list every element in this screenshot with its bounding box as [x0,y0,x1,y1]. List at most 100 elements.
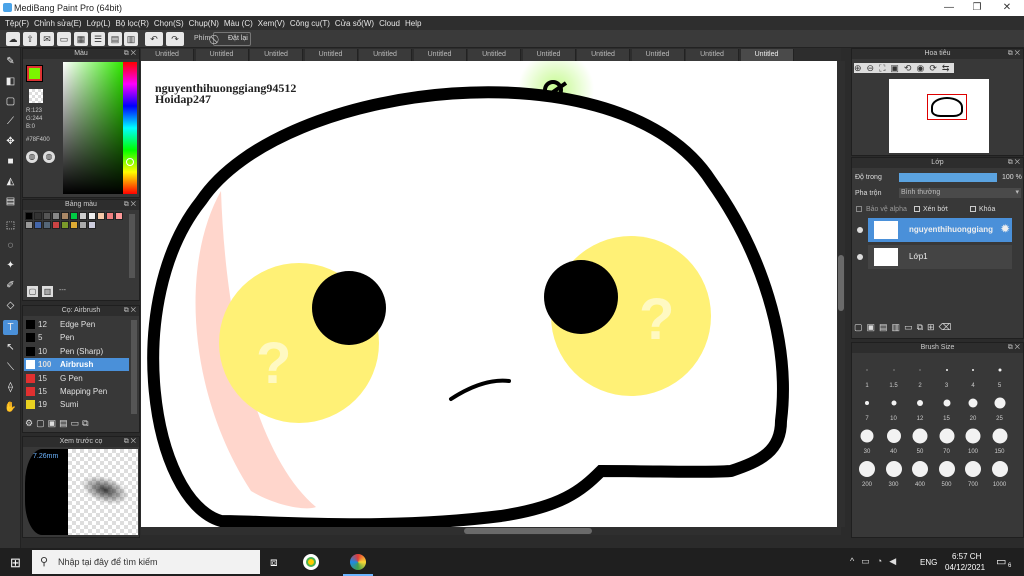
actual-size-icon[interactable]: ▣ [890,63,904,73]
opacity-slider[interactable] [899,173,997,182]
zoom-in-icon[interactable]: ⊕ [854,63,867,73]
select-pen-icon[interactable]: ✐ [3,278,18,293]
tab-untitled[interactable]: Untitled [631,49,685,61]
palette-swatch[interactable] [34,212,42,220]
tab-untitled[interactable]: Untitled [195,49,249,61]
new-8bit-layer-icon[interactable]: ▤ [879,322,892,332]
grid-icon[interactable]: ▦ [74,32,88,46]
text-tool-icon[interactable]: T [3,320,18,335]
delete-layer-icon[interactable]: ⌫ [939,322,956,332]
brush-size-option[interactable]: 50 [907,423,933,455]
rotate-right-icon[interactable]: ⟳ [929,63,942,73]
flip-icon[interactable]: ⇆ [941,63,955,73]
brush-size-option[interactable]: 150 [987,423,1013,455]
brush-size-option[interactable]: 70 [934,423,960,455]
menu-tools[interactable]: Công cụ(T) [289,16,334,30]
palette-edit-icon[interactable]: ◍ [43,151,55,163]
new-palette-icon[interactable]: ▢ [27,286,38,297]
hand-tool-icon[interactable]: ✋ [3,400,18,415]
palette-icon[interactable]: ◍ [26,151,38,163]
menu-select[interactable]: Chọn(S) [153,16,188,30]
brush-size-option[interactable]: 40 [881,423,907,455]
tab-untitled[interactable]: Untitled [577,49,630,61]
divide-tool-icon[interactable]: ⟍ [3,360,18,375]
palette-swatch[interactable] [88,221,96,229]
clock-time[interactable]: 6:57 CH [952,552,981,561]
select-tool-icon[interactable]: ⬚ [3,218,18,233]
brush-menu-icon[interactable]: ▣ [48,418,60,428]
network-icon[interactable]: ◔ [877,556,889,566]
tab-untitled[interactable]: Untitled [359,49,412,61]
brush-item[interactable]: 12 Edge Pen [24,318,129,331]
protect-alpha-checkbox[interactable] [856,206,862,212]
lasso-tool-icon[interactable]: ◌ [3,238,18,253]
navigator-thumbnail[interactable] [889,79,989,153]
layer-row-selected[interactable]: nguyenthihuonggiang ✹ [857,218,1012,242]
palette-swatch[interactable] [25,221,33,229]
taskbar-search[interactable]: ⚲ Nhập tại đây để tìm kiếm [32,550,260,574]
clipping-checkbox[interactable] [914,206,920,212]
brush-size-option[interactable]: 200 [854,456,880,488]
layer-menu-icon[interactable]: ▥ [892,322,905,332]
hue-handle[interactable] [126,158,134,166]
brush-tool-icon[interactable]: ✎ [3,54,18,69]
delete-palette-icon[interactable]: ▥ [42,286,53,297]
redo-icon[interactable]: ↷ [166,32,184,46]
operation-tool-icon[interactable]: ↖ [3,340,18,355]
foreground-color-swatch[interactable] [26,65,43,82]
palette-swatch[interactable] [70,221,78,229]
maximize-button[interactable]: ❐ [962,0,992,16]
brush-item[interactable]: 19 Sumi [24,398,129,411]
horizontal-scrollbar[interactable] [141,527,841,535]
brush-item[interactable]: 10 Pen (Sharp) [24,345,129,358]
brush-size-option[interactable]: 700 [960,456,986,488]
palette-swatch[interactable] [70,212,78,220]
tab-untitled[interactable]: Untitled [468,49,521,61]
brush-item[interactable]: 15 G Pen [24,372,129,385]
brush-size-option[interactable]: 20 [960,390,986,422]
layer-folder-icon[interactable]: ▭ [904,322,917,332]
hue-slider[interactable] [123,62,137,194]
tab-untitled[interactable]: Untitled [304,49,358,61]
eyedropper-icon[interactable]: ⟠ [3,380,18,395]
brush-size-option[interactable]: 12 [907,390,933,422]
undo-icon[interactable]: ↶ [145,32,163,46]
palette-swatch[interactable] [52,212,60,220]
new-brush-icon[interactable]: ▢ [36,418,48,428]
language-indicator[interactable]: ENG [920,558,937,567]
eye-icon[interactable] [857,254,863,260]
brush-size-option[interactable]: 10 [881,390,907,422]
minimize-button[interactable]: — [934,0,964,16]
brush-item[interactable]: 15 Mapping Pen [24,385,129,398]
v-scroll-thumb[interactable] [838,255,844,311]
saturation-value-picker[interactable] [63,62,123,194]
brush-size-option[interactable]: 7 [854,390,880,422]
brush-size-option[interactable]: 1.5 [881,357,907,389]
gradient-tool-icon[interactable]: ▤ [3,194,18,209]
palette-swatch[interactable] [43,212,51,220]
cloud-icon[interactable]: ☁ [6,32,20,46]
panel-buttons-icon[interactable]: ⧉ ✕ [124,307,136,315]
reset-rotation-icon[interactable]: ◉ [916,63,930,73]
palette-swatch[interactable] [79,212,87,220]
volume-icon[interactable]: ◀ [889,556,903,566]
brush-size-option[interactable]: 1000 [987,456,1013,488]
bucket-tool-icon[interactable]: ◭ [3,174,18,189]
palette-swatch[interactable] [34,221,42,229]
palette-swatch[interactable] [88,212,96,220]
export-icon[interactable]: ▤ [108,32,122,46]
palette-swatch[interactable] [43,221,51,229]
drawing-canvas[interactable]: ? ? nguyenthihuonggiang94512 Hoidap247 [141,61,837,527]
line-tool-icon[interactable]: ⟋ [3,114,18,129]
vertical-scrollbar[interactable] [837,61,845,527]
brush-size-option[interactable]: 400 [907,456,933,488]
medibang-icon-taskbar[interactable] [350,554,366,570]
palette-scrollbar[interactable] [129,214,135,278]
menu-window[interactable]: Cửa sổ(W) [334,16,378,30]
brush-size-option[interactable]: 1 [854,357,880,389]
menu-layer[interactable]: Lớp(L) [86,16,115,30]
rotate-left-icon[interactable]: ⟲ [903,63,917,73]
menu-cloud[interactable]: Cloud [378,16,404,30]
brush-props-icon[interactable]: ▤ [59,418,71,428]
fill-shape-tool-icon[interactable]: ■ [3,154,18,169]
